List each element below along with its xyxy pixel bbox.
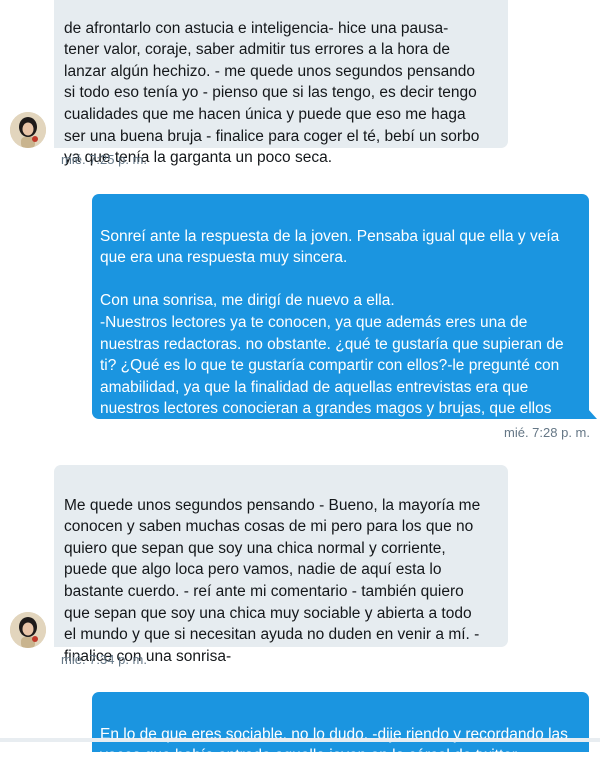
avatar[interactable] [10, 112, 46, 148]
composer-divider [0, 738, 600, 742]
message-text: Sonreí ante la respuesta de la joven. Pe… [100, 227, 564, 439]
avatar-image [10, 612, 46, 648]
message-timestamp: mié. 7:25 p. m. [61, 152, 147, 167]
message-timestamp: mié. 7:34 p. m. [61, 652, 147, 667]
avatar[interactable] [10, 612, 46, 648]
message-text: En lo de que eres sociable, no lo dudo. … [100, 725, 568, 765]
outgoing-message[interactable]: Sonreí ante la respuesta de la joven. Pe… [92, 194, 597, 439]
outgoing-message[interactable]: En lo de que eres sociable, no lo dudo. … [92, 692, 589, 764]
incoming-message[interactable]: de afrontarlo con astucia e inteligencia… [54, 0, 508, 166]
message-text: Me quede unos segundos pensando - Bueno,… [64, 496, 481, 665]
bubble-tail [588, 409, 597, 419]
message-timestamp: mié. 7:28 p. m. [504, 425, 590, 440]
avatar-image [10, 112, 46, 148]
incoming-message[interactable]: Me quede unos segundos pensando - Bueno,… [54, 465, 508, 665]
message-text: de afrontarlo con astucia e inteligencia… [64, 19, 480, 167]
conversation-thread: de afrontarlo con astucia e inteligencia… [0, 0, 600, 764]
